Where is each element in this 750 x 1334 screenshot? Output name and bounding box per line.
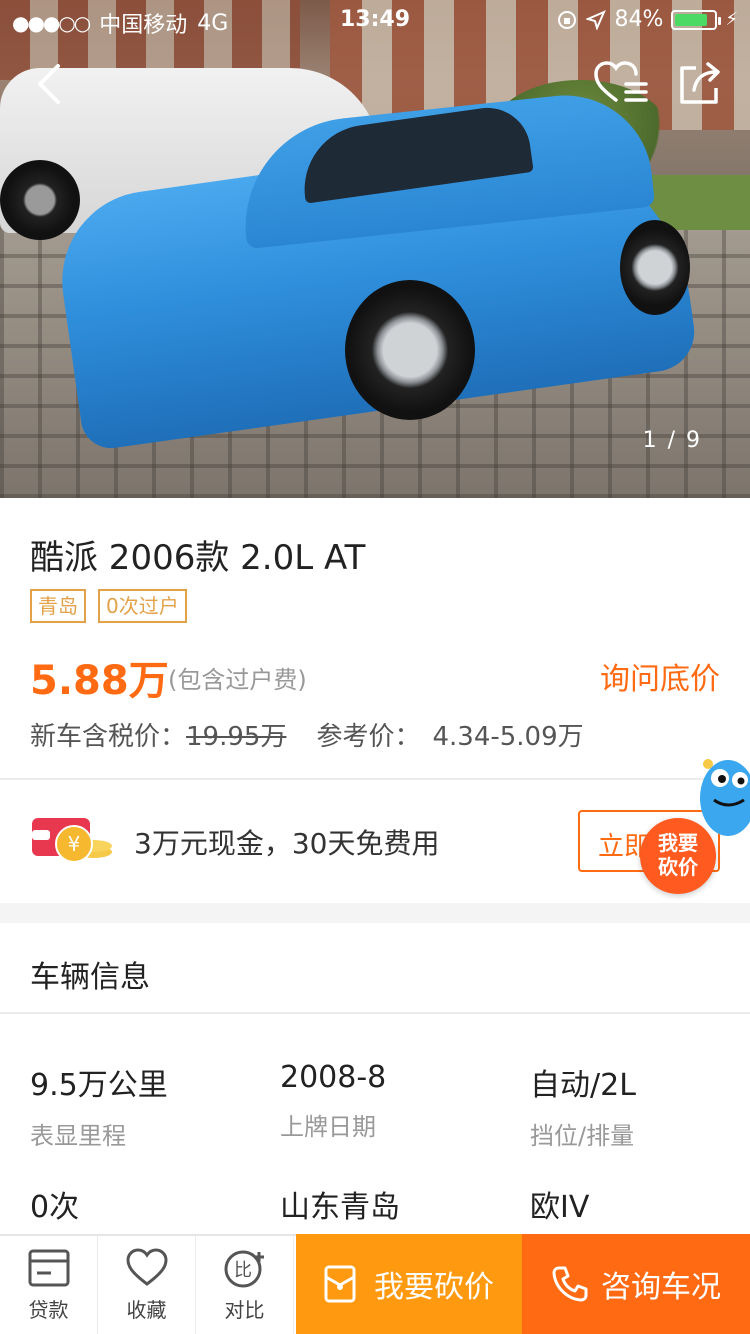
consult-button[interactable]: 咨询车况	[522, 1234, 750, 1334]
vehicle-info-title: 车辆信息	[30, 960, 150, 995]
location-arrow-icon	[586, 9, 607, 30]
back-chevron-icon[interactable]	[28, 58, 76, 110]
coupon-icon	[324, 1265, 356, 1303]
favorite-list-icon[interactable]	[592, 60, 650, 106]
new-price-label: 新车含税价：	[30, 722, 187, 752]
spec-value: 山东青岛	[280, 1190, 400, 1225]
price: 5.88万	[30, 658, 169, 704]
spec-transmission: 自动/2L 挡位/排量	[530, 1060, 636, 1151]
loan-card-icon	[28, 1249, 69, 1287]
bargain-floating-button[interactable]: 我要 砍价	[640, 818, 716, 894]
heart-icon	[125, 1248, 168, 1286]
spec-register-date: 2008-8 上牌日期	[280, 1060, 386, 1142]
bargain-button-label: 我要砍价	[374, 1270, 494, 1305]
tab-compare-label: 对比	[224, 1298, 265, 1322]
bargain-badge-line2: 砍价	[658, 855, 698, 879]
tag-city: 青岛	[30, 589, 86, 623]
spec-value: 2008-8	[280, 1060, 387, 1095]
spec-value: 9.5万公里	[30, 1068, 168, 1103]
divider	[0, 1012, 750, 1014]
rotation-lock-icon	[558, 10, 577, 29]
spec-value: 0次	[30, 1190, 80, 1225]
tag-transfers: 0次过户	[98, 589, 187, 623]
spec-label: 挡位/排量	[530, 1122, 635, 1150]
spec-transfers: 0次	[30, 1182, 79, 1226]
status-bar: ●●●○○ 中国移动 4G 13:49 84% ⚡	[0, 0, 750, 40]
charging-icon: ⚡	[725, 9, 738, 30]
consult-button-label: 咨询车况	[601, 1270, 721, 1305]
spec-mileage: 9.5万公里 表显里程	[30, 1060, 168, 1151]
ref-price-value: 4.34-5.09万	[432, 722, 584, 752]
price-note: (包含过户费)	[168, 666, 307, 694]
ask-price-link[interactable]: 询问底价	[600, 654, 720, 698]
tab-loan-label: 贷款	[28, 1298, 69, 1322]
spec-value: 自动/2L	[530, 1068, 636, 1103]
spec-value: 欧IV	[530, 1190, 590, 1225]
battery-icon	[671, 9, 722, 30]
bargain-button[interactable]: 我要砍价	[296, 1234, 522, 1334]
spec-location: 山东青岛	[280, 1182, 400, 1226]
tab-compare[interactable]: 比 对比	[196, 1236, 294, 1334]
spec-label: 表显里程	[30, 1122, 126, 1150]
phone-icon	[552, 1266, 588, 1302]
battery-percent: 84%	[614, 7, 664, 32]
tab-favorite-label: 收藏	[126, 1298, 167, 1322]
photo-front-wheel	[345, 280, 475, 420]
tab-loan[interactable]: 贷款	[0, 1236, 98, 1334]
bargain-badge-line1: 我要	[658, 831, 698, 855]
car-tags: 青岛 0次过户	[30, 589, 187, 623]
section-gap	[0, 903, 750, 923]
spec-emission: 欧IV	[530, 1182, 589, 1226]
tab-favorite[interactable]: 收藏	[98, 1236, 196, 1334]
photo-rear-wheel	[620, 220, 690, 315]
ref-price-label: 参考价：	[316, 722, 421, 752]
reference-prices: 新车含税价： 19.95万 参考价： 4.34-5.09万	[30, 716, 584, 753]
new-price-value: 19.95万	[186, 722, 287, 752]
car-title: 酷派 2006款 2.0L AT	[30, 538, 366, 578]
share-icon[interactable]	[676, 60, 724, 108]
spec-label: 上牌日期	[280, 1113, 376, 1141]
divider	[0, 778, 750, 780]
compare-icon: 比	[224, 1250, 264, 1288]
svg-text:比: 比	[234, 1260, 252, 1281]
wallet-coin-icon: ¥	[32, 818, 112, 863]
svg-text:¥: ¥	[68, 832, 81, 856]
photo-counter: 1 / 9	[642, 428, 702, 453]
photo-suv-wheel	[0, 160, 80, 240]
loan-promo-text: 3万元现金，30天免费用	[134, 827, 440, 860]
